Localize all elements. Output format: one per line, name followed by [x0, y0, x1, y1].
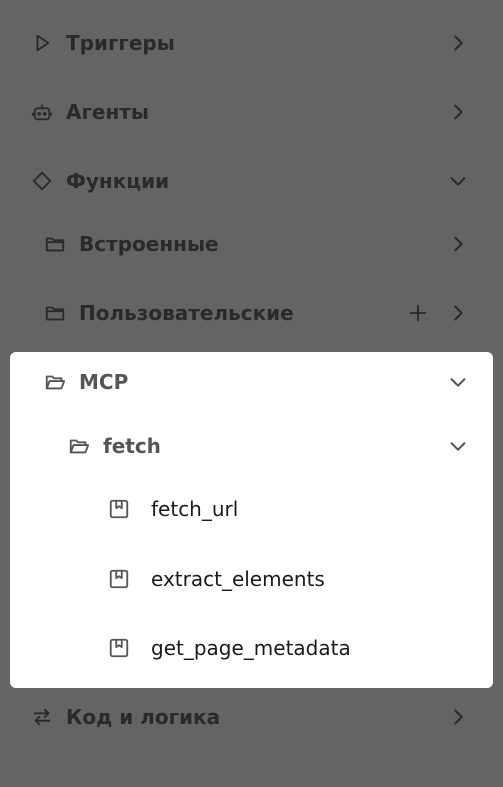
chevron-right-icon[interactable] [447, 32, 469, 54]
nav-item-label: Встроенные [79, 232, 219, 256]
nav-item-label: Агенты [66, 100, 149, 124]
nav-item-functions[interactable]: Функции [30, 159, 503, 203]
function-item-fetch-url[interactable]: fetch_url [107, 487, 493, 531]
chevron-down-icon[interactable] [447, 371, 469, 393]
swap-arrows-icon [30, 705, 54, 729]
function-item-label: fetch_url [151, 497, 239, 521]
nav-item-label: Код и логика [66, 705, 221, 729]
nav-item-label: MCP [79, 370, 129, 394]
nav-item-triggers[interactable]: Триггеры [30, 21, 503, 65]
bookmark-box-icon [107, 636, 131, 660]
chevron-down-icon[interactable] [447, 170, 469, 192]
function-item-label: get_page_metadata [151, 636, 351, 660]
nav-item-agents[interactable]: Агенты [30, 90, 503, 134]
folder-icon [43, 301, 67, 325]
nav-item-label: Триггеры [66, 31, 175, 55]
nav-item-label: Функции [66, 169, 170, 193]
folder-icon [43, 232, 67, 256]
bookmark-box-icon [107, 567, 131, 591]
chevron-right-icon[interactable] [447, 101, 469, 123]
nav-item-label: Пользовательские [79, 301, 294, 325]
bookmark-box-icon [107, 497, 131, 521]
folder-open-icon [67, 434, 91, 458]
chevron-right-icon[interactable] [447, 233, 469, 255]
play-outline-icon [30, 31, 54, 55]
nav-item-custom[interactable]: Пользовательские [43, 291, 503, 335]
chevron-right-icon[interactable] [447, 706, 469, 728]
nav-item-builtin[interactable]: Встроенные [43, 222, 503, 266]
nav-item-fetch[interactable]: fetch [67, 424, 493, 468]
chevron-right-icon[interactable] [447, 302, 469, 324]
robot-icon [30, 100, 54, 124]
function-item-get-page-metadata[interactable]: get_page_metadata [107, 626, 493, 670]
nav-item-label: fetch [103, 434, 161, 458]
diamond-icon [30, 169, 54, 193]
function-item-extract-elements[interactable]: extract_elements [107, 557, 493, 601]
nav-item-code-logic[interactable]: Код и логика [30, 695, 503, 739]
mcp-panel: MCP fetch fetch_url extract_elements get… [10, 352, 493, 688]
chevron-down-icon[interactable] [447, 435, 469, 457]
folder-open-icon [43, 370, 67, 394]
plus-icon[interactable] [407, 302, 429, 324]
function-item-label: extract_elements [151, 567, 325, 591]
nav-item-mcp[interactable]: MCP [43, 360, 493, 404]
